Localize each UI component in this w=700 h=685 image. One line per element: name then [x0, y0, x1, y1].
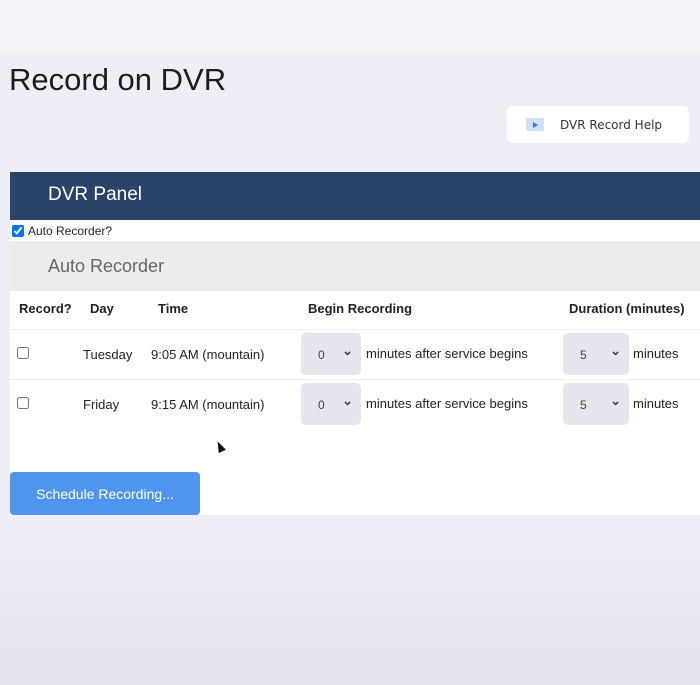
time: 9:05 AM (mountain): [151, 347, 265, 362]
auto-recorder-checkbox[interactable]: [12, 224, 24, 237]
duration-select[interactable]: 5: [563, 333, 629, 375]
header-record: Record?: [19, 301, 72, 316]
day: Friday: [83, 397, 120, 412]
begin-offset-select[interactable]: 0: [301, 333, 361, 375]
record-checkbox[interactable]: [17, 397, 29, 409]
day: Tuesday: [83, 347, 133, 362]
auto-recorder-toggle[interactable]: Auto Recorder?: [10, 220, 700, 241]
begin-offset-select[interactable]: 0: [301, 383, 361, 425]
record-checkbox[interactable]: [17, 347, 29, 359]
dvr-record-help-button[interactable]: DVR Record Help: [507, 106, 689, 143]
duration-suffix: minutes: [633, 396, 679, 411]
header-day: Day: [90, 301, 114, 316]
schedule-recording-button[interactable]: Schedule Recording...: [10, 472, 200, 515]
play-video-icon: [526, 118, 544, 131]
time: 9:15 AM (mountain): [151, 397, 265, 412]
duration-suffix: minutes: [633, 346, 679, 361]
table-row: Tuesday 9:05 AM (mountain) 0 minutes aft…: [10, 329, 700, 379]
header-begin-recording: Begin Recording: [308, 301, 413, 316]
header-duration: Duration (minutes): [569, 301, 685, 316]
begin-suffix: minutes after service begins: [366, 346, 528, 361]
panel-header: DVR Panel: [10, 172, 700, 220]
duration-select[interactable]: 5: [563, 383, 629, 425]
auto-recorder-label: Auto Recorder?: [28, 223, 113, 238]
auto-recorder-section-title: Auto Recorder: [10, 241, 700, 291]
begin-suffix: minutes after service begins: [366, 396, 528, 411]
page-title: Record on DVR: [9, 62, 227, 97]
table-row: Friday 9:15 AM (mountain) 0 minutes afte…: [10, 379, 700, 429]
help-button-label: DVR Record Help: [560, 117, 663, 132]
header-time: Time: [158, 301, 189, 316]
